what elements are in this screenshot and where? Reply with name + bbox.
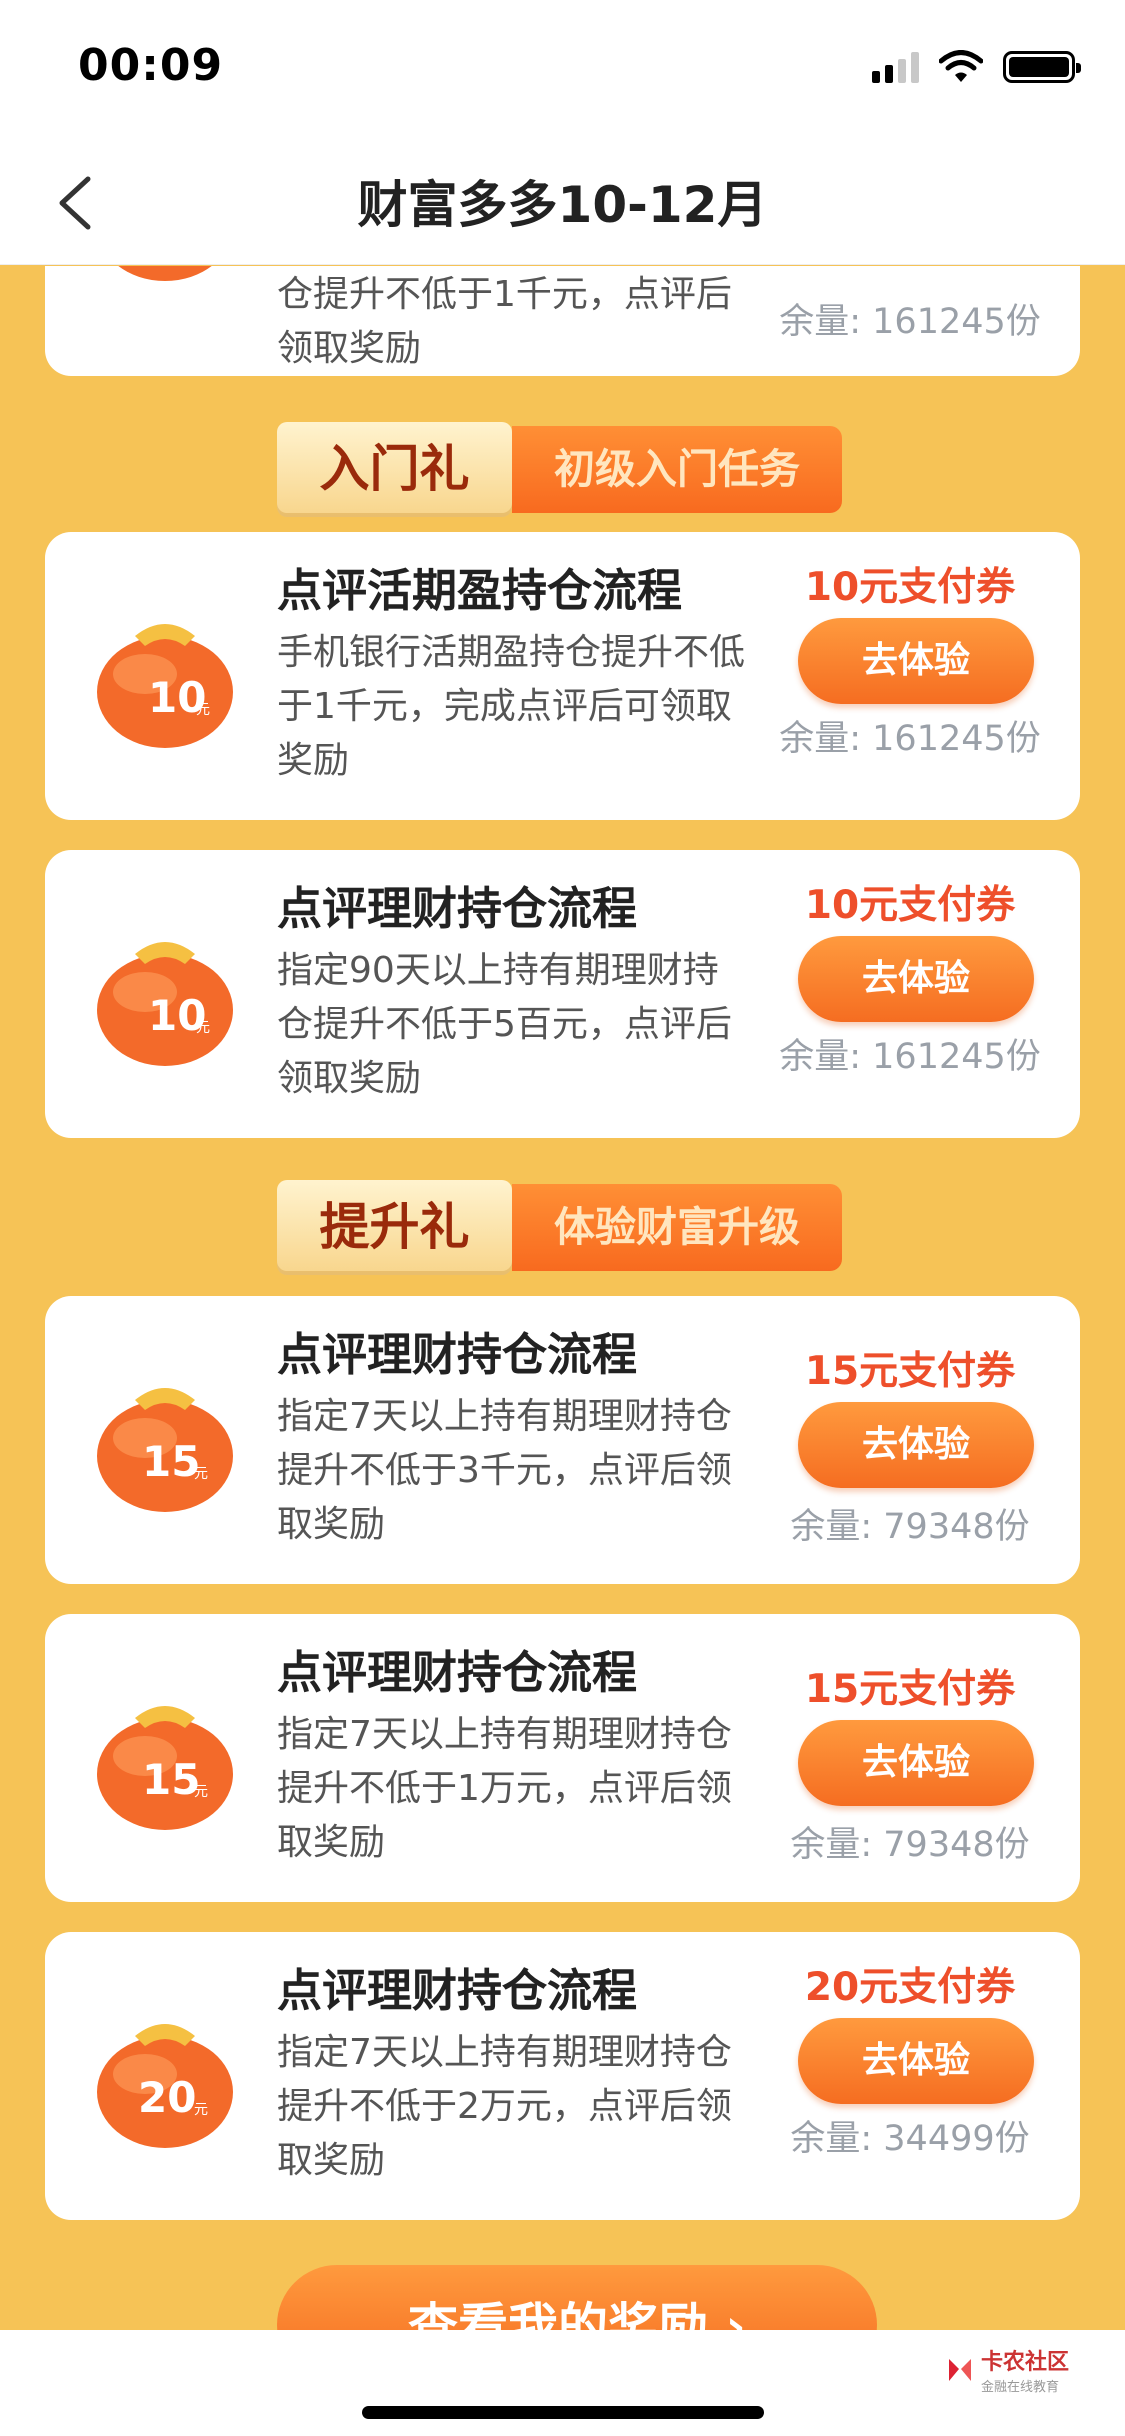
try-button[interactable]: 去体验: [798, 1720, 1034, 1806]
stock-remaining: 余量: 79348份: [790, 1825, 1030, 1865]
task-title: 点评理财持仓流程: [277, 1328, 638, 1381]
stock-remaining: 余量: 161245份: [779, 719, 1041, 759]
icon-amount: 15: [142, 1437, 200, 1486]
icon-unit: 元: [196, 1020, 210, 1036]
task-description: 指定7天以上持有期理财持仓提升不低于2万元，点评后领取奖励: [277, 2032, 732, 2181]
try-button[interactable]: 去体验: [798, 618, 1034, 704]
reward-label: 10元支付券: [804, 565, 1016, 610]
battery-icon: [1003, 51, 1081, 83]
task-title: 点评理财持仓流程: [277, 1964, 638, 2017]
task-list[interactable]: 仓提升不低于1千元，点评后领取奖励 余量: 161245份 入门礼 初级入门任务…: [0, 266, 1125, 2330]
task-description: 指定90天以上持有期理财持仓提升不低于5百元，点评后领取奖励: [277, 950, 732, 1099]
cellular-signal-icon: [872, 51, 919, 83]
icon-unit: 元: [194, 1784, 208, 1800]
icon-amount: 20: [138, 2073, 196, 2122]
icon-unit: 元: [194, 1466, 208, 1482]
section-header-upgrade: 提升礼 体验财富升级: [277, 1180, 842, 1275]
persimmon-coupon-icon: 20 元: [97, 2024, 233, 2148]
status-time: 00:09: [78, 40, 224, 91]
task-title: 点评活期盈持仓流程: [277, 564, 683, 617]
stock-remaining: 余量: 34499份: [790, 2119, 1030, 2159]
nav-bar: 财富多多10-12月: [0, 135, 1125, 265]
task-description: 指定7天以上持有期理财持仓提升不低于1万元，点评后领取奖励: [277, 1714, 732, 1863]
task-title: 点评理财持仓流程: [277, 1646, 638, 1699]
try-button[interactable]: 去体验: [798, 936, 1034, 1022]
task-card: 20 元 点评理财持仓流程 指定7天以上持有期理财持仓提升不低于2万元，点评后领…: [45, 1932, 1080, 2220]
home-indicator[interactable]: [362, 2406, 764, 2419]
section-badge: 入门礼: [277, 422, 512, 517]
try-button[interactable]: 去体验: [798, 1402, 1034, 1488]
section-subtitle: 初级入门任务: [512, 426, 842, 513]
reward-label: 20元支付券: [804, 1965, 1016, 2010]
task-description: 指定7天以上持有期理财持仓提升不低于3千元，点评后领取奖励: [277, 1396, 732, 1545]
watermark-tagline: 金融在线教育: [981, 2380, 1060, 2395]
try-button[interactable]: 去体验: [798, 2018, 1034, 2104]
section-header-beginner: 入门礼 初级入门任务: [277, 422, 842, 517]
stock-remaining: 余量: 79348份: [790, 1507, 1030, 1547]
status-icons: [872, 50, 1081, 84]
section-subtitle: 体验财富升级: [512, 1184, 842, 1271]
bottom-bar: 卡农社区 金融在线教育: [0, 2330, 1125, 2436]
task-card-partial: 仓提升不低于1千元，点评后领取奖励 余量: 161245份: [45, 266, 1080, 376]
icon-unit: 元: [194, 2102, 208, 2118]
persimmon-coupon-icon: 15 元: [97, 1706, 233, 1830]
persimmon-coupon-icon: 10 元: [97, 942, 233, 1066]
reward-label: 15元支付券: [804, 1349, 1016, 1394]
icon-amount: 15: [142, 1755, 200, 1804]
task-description: 仓提升不低于1千元，点评后领取奖励: [277, 274, 732, 369]
status-bar: 00:09: [0, 0, 1125, 135]
wifi-icon: [939, 50, 983, 82]
page-title: 财富多多10-12月: [357, 176, 768, 234]
watermark: 卡农社区 金融在线教育: [945, 2344, 1069, 2395]
stock-remaining: 余量: 161245份: [779, 302, 1041, 342]
task-description: 手机银行活期盈持仓提升不低于1千元，完成点评后可领取奖励: [277, 632, 746, 781]
persimmon-coupon-icon: 10 元: [97, 624, 233, 748]
persimmon-coupon-icon: 15 元: [97, 1388, 233, 1512]
section-badge: 提升礼: [277, 1180, 512, 1275]
reward-label: 10元支付券: [804, 883, 1016, 928]
task-card: 10 元 点评理财持仓流程 指定90天以上持有期理财持仓提升不低于5百元，点评后…: [45, 850, 1080, 1138]
task-card: 10 元 点评活期盈持仓流程 手机银行活期盈持仓提升不低于1千元，完成点评后可领…: [45, 532, 1080, 820]
stock-remaining: 余量: 161245份: [779, 1037, 1041, 1077]
kanong-logo-icon: [949, 2358, 971, 2381]
watermark-name: 卡农社区: [981, 2350, 1070, 2375]
task-card: 15 元 点评理财持仓流程 指定7天以上持有期理财持仓提升不低于3千元，点评后领…: [45, 1296, 1080, 1584]
task-title: 点评理财持仓流程: [277, 882, 638, 935]
reward-label: 15元支付券: [804, 1667, 1016, 1712]
persimmon-coupon-icon: [118, 266, 212, 281]
icon-unit: 元: [196, 702, 210, 718]
task-card: 15 元 点评理财持仓流程 指定7天以上持有期理财持仓提升不低于1万元，点评后领…: [45, 1614, 1080, 1902]
